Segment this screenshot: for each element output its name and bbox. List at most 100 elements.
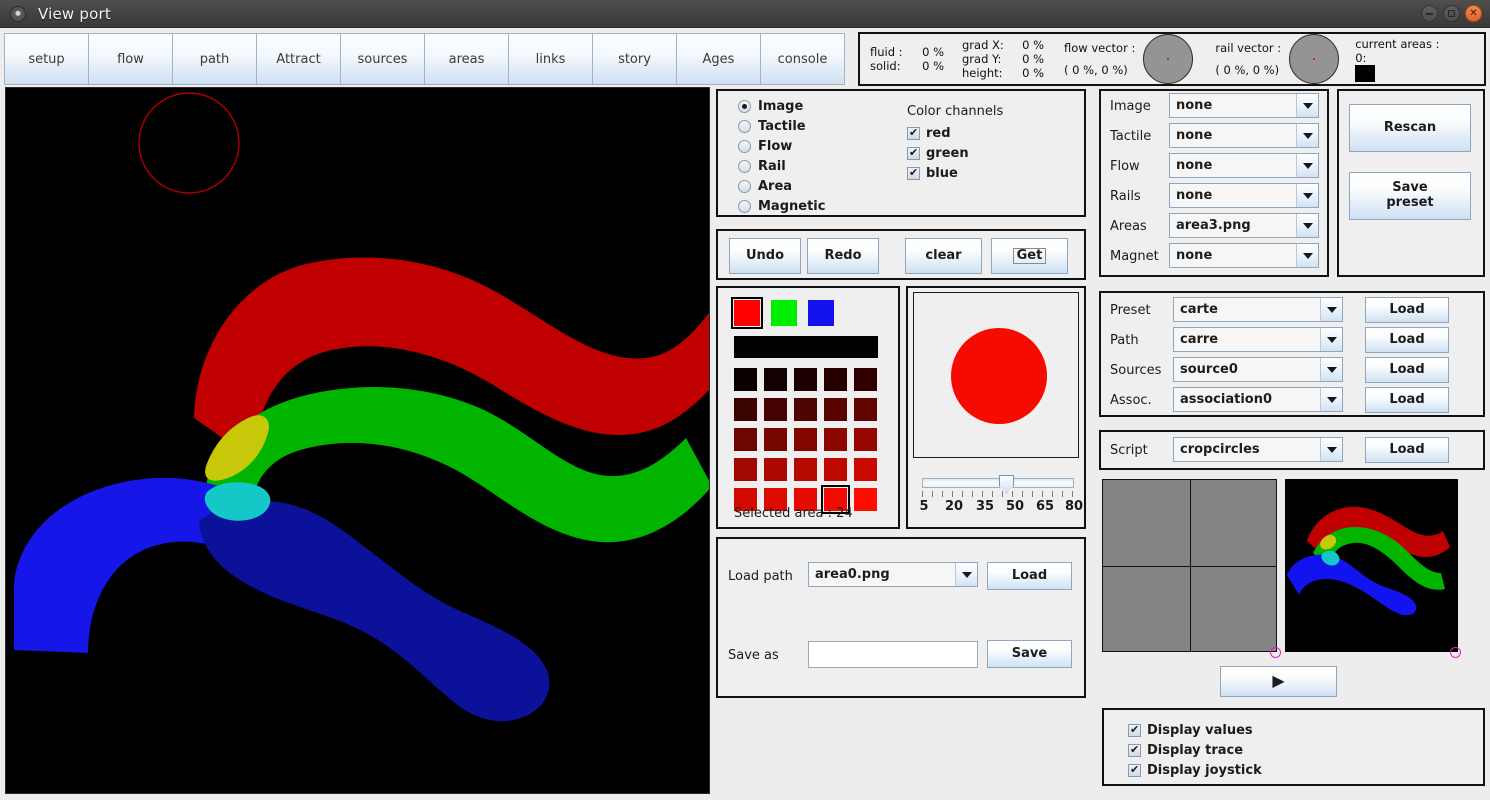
preset-combo-sources[interactable]: source0 [1173,357,1343,382]
palette-cell-6[interactable] [764,398,787,421]
layer-combo-flow[interactable]: none [1169,153,1319,178]
rescan-button[interactable]: Rescan [1349,104,1471,152]
preset-load-button-sources[interactable]: Load [1365,357,1449,383]
tab-setup[interactable]: setup [4,33,89,85]
maximize-button[interactable] [1443,5,1460,22]
palette-cell-7[interactable] [794,398,817,421]
layer-combo-magnet[interactable]: none [1169,243,1319,268]
radio-image[interactable]: Image [738,96,825,116]
rgb-swatch-red[interactable] [731,297,763,329]
main-viewport-canvas[interactable] [5,87,710,794]
layer-combo-image[interactable]: none [1169,93,1319,118]
redo-button[interactable]: Redo [807,238,879,274]
palette-cell-11[interactable] [764,428,787,451]
rgb-swatch-green[interactable] [771,300,797,326]
preset-load-button-preset[interactable]: Load [1365,297,1449,323]
rgb-swatch-blue[interactable] [808,300,834,326]
preview-marker-left[interactable] [1270,647,1281,658]
checkbox-display-trace[interactable]: Display trace [1128,740,1262,760]
tab-links[interactable]: links [508,33,593,85]
play-button[interactable]: ▶ [1220,666,1337,697]
tab-flow[interactable]: flow [88,33,173,85]
palette-cell-18[interactable] [824,458,847,481]
get-button[interactable]: Get [991,238,1068,274]
tab-story[interactable]: story [592,33,677,85]
quadrant-preview[interactable] [1102,479,1277,652]
preview-marker-right[interactable] [1450,647,1461,658]
checkbox-green[interactable]: green [907,143,1003,163]
chevron-down-icon[interactable] [1297,184,1318,207]
tab-areas[interactable]: areas [424,33,509,85]
palette-cell-10[interactable] [734,428,757,451]
tab-ages[interactable]: Ages [676,33,761,85]
slider-track[interactable] [922,475,1074,493]
palette-cell-15[interactable] [734,458,757,481]
palette-cell-2[interactable] [794,368,817,391]
clear-button[interactable]: clear [905,238,982,274]
palette-cell-19[interactable] [854,458,877,481]
palette-cell-9[interactable] [854,398,877,421]
palette-cell-14[interactable] [854,428,877,451]
close-icon[interactable]: ✕ [1465,5,1482,22]
palette-cell-5[interactable] [734,398,757,421]
tab-path[interactable]: path [172,33,257,85]
undo-button[interactable]: Undo [729,238,801,274]
script-combo[interactable]: cropcircles [1173,437,1343,462]
layer-value: none [1170,94,1297,117]
palette-black-bar[interactable] [734,336,878,358]
chevron-down-icon[interactable] [1297,124,1318,147]
chevron-down-icon[interactable] [1321,388,1342,411]
checkbox-display-values[interactable]: Display values [1128,720,1262,740]
palette-cell-16[interactable] [764,458,787,481]
chevron-down-icon[interactable] [1321,358,1342,381]
chevron-down-icon[interactable] [1297,214,1318,237]
palette-cell-13[interactable] [824,428,847,451]
radio-magnetic[interactable]: Magnetic [738,196,825,216]
load-path-button[interactable]: Load [987,562,1072,590]
radio-rail[interactable]: Rail [738,156,825,176]
checkbox-display-joystick[interactable]: Display joystick [1128,760,1262,780]
layer-combo-areas[interactable]: area3.png [1169,213,1319,238]
chevron-down-icon[interactable] [1321,438,1342,461]
flow-joystick[interactable] [1143,34,1194,84]
layer-combo-rails[interactable]: none [1169,183,1319,208]
chevron-down-icon[interactable] [1321,298,1342,321]
chevron-down-icon[interactable] [1297,244,1318,267]
palette-cell-24[interactable] [854,488,877,511]
preset-load-button-assoc[interactable]: Load [1365,387,1449,413]
palette-cell-1[interactable] [764,368,787,391]
palette-cell-12[interactable] [794,428,817,451]
layer-combo-tactile[interactable]: none [1169,123,1319,148]
preset-combo-assoc[interactable]: association0 [1173,387,1343,412]
preset-load-button-path[interactable]: Load [1365,327,1449,353]
save-as-input[interactable] [808,641,978,668]
palette-cell-3[interactable] [824,368,847,391]
minimize-button[interactable] [1421,5,1438,22]
tab-sources[interactable]: sources [340,33,425,85]
scene-thumbnail-preview[interactable] [1285,479,1458,652]
chevron-down-icon[interactable] [1297,94,1318,117]
save-button[interactable]: Save [987,640,1072,668]
checkbox-blue[interactable]: blue [907,163,1003,183]
palette-cell-8[interactable] [824,398,847,421]
palette-cell-4[interactable] [854,368,877,391]
tab-console[interactable]: console [760,33,845,85]
radio-flow[interactable]: Flow [738,136,825,156]
palette-cell-17[interactable] [794,458,817,481]
preset-combo-path[interactable]: carre [1173,327,1343,352]
palette-cell-0[interactable] [734,368,757,391]
load-path-combo[interactable]: area0.png [808,562,978,587]
brush-preview-area[interactable] [913,292,1079,458]
tab-attract[interactable]: Attract [256,33,341,85]
chevron-down-icon[interactable] [1321,328,1342,351]
preset-combo-preset[interactable]: carte [1173,297,1343,322]
radio-tactile[interactable]: Tactile [738,116,825,136]
chevron-down-icon[interactable] [956,563,977,586]
save-preset-button[interactable]: Save preset [1349,172,1471,220]
rail-joystick[interactable] [1289,34,1340,84]
chevron-down-icon[interactable] [1297,154,1318,177]
radio-area[interactable]: Area [738,176,825,196]
checkbox-red[interactable]: red [907,123,1003,143]
brush-size-slider[interactable]: 5 20 35 50 65 80 [919,475,1083,515]
script-load-button[interactable]: Load [1365,437,1449,463]
